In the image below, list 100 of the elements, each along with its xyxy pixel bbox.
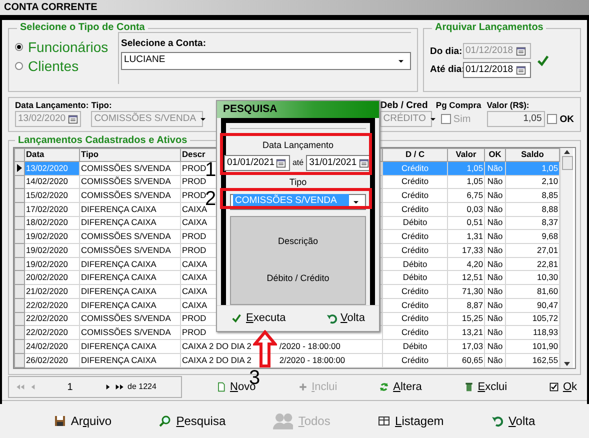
people-icon [273, 411, 294, 431]
first-icon[interactable] [15, 382, 25, 392]
undo-icon [326, 313, 337, 324]
table-cell: 6,75 [448, 188, 484, 202]
table-cell: Não [484, 216, 506, 230]
calendar-icon [358, 158, 369, 168]
table-cell: 1,05 [448, 175, 484, 189]
table-cell: Não [484, 244, 506, 258]
radio-label[interactable]: Funcionários [28, 39, 108, 55]
calendar-icon [276, 158, 286, 168]
undo-icon [491, 415, 504, 427]
column-header[interactable]: Saldo [506, 148, 560, 162]
field-label: até [292, 157, 304, 169]
cell-text: CAIXA 2 DO DIA 2 [182, 354, 252, 365]
table-cell: Crédito [382, 244, 448, 258]
window-title: CONTA CORRENTE [4, 1, 98, 14]
scroll-thumb[interactable] [562, 156, 572, 170]
table-cell: 1,31 [448, 230, 484, 244]
field-label: Pg Compra [436, 100, 482, 111]
table-cell: 22/02/2020 [24, 298, 80, 312]
table-cell: Débito [382, 339, 448, 354]
table-cell: Crédito [382, 326, 448, 340]
page-number: 1 [66, 380, 74, 394]
dialog-title: PESQUISA [223, 103, 278, 115]
table-cell: 21/02/2020 [24, 284, 80, 298]
table-cell: COMISSÕES S/VENDA [80, 312, 180, 326]
table-cell: 19/02/2020 [24, 244, 80, 258]
table-cell: 12,51 [448, 270, 484, 285]
table-cell: DIFERENÇA CAIXA [80, 202, 180, 216]
table-cell: 8,87 [448, 298, 484, 312]
table-cell: Débito [382, 216, 448, 230]
radio-label[interactable]: Clientes [28, 58, 79, 74]
toolbar-button[interactable]: Arquivo [50, 412, 116, 430]
account-dropdown[interactable]: LUCIANE [121, 52, 411, 70]
table-cell: 15,25 [448, 312, 484, 326]
action-button[interactable]: Exclui [460, 378, 512, 396]
search-icon [159, 415, 172, 427]
table-cell: Crédito [382, 188, 448, 202]
column-header[interactable]: OK [484, 148, 506, 162]
radio-button[interactable] [15, 43, 23, 51]
checkbox-label: OK [560, 114, 574, 124]
table-icon [378, 415, 390, 427]
table-cell: COMISSÕES S/VENDA [80, 161, 180, 175]
field-label: Do dia: [430, 46, 460, 57]
table-cell: Crédito [382, 284, 448, 298]
table-cell: 8,85 [506, 188, 560, 202]
table-cell: Crédito [382, 175, 448, 189]
table-cell: DIFERENÇA CAIXA [80, 353, 180, 367]
date-field[interactable]: 01/12/2018 [462, 62, 530, 78]
arrow-annotation [253, 330, 278, 368]
table-cell: 17/02/2020 [24, 202, 80, 216]
last-icon[interactable] [115, 382, 125, 392]
table-cell: 13/02/2020 [24, 161, 80, 175]
table-cell: 0,51 [448, 216, 484, 230]
action-button[interactable]: Ok [544, 378, 581, 396]
date-field[interactable]: 01/01/2021 [224, 155, 290, 171]
column-header[interactable]: Valor [448, 148, 484, 162]
column-header[interactable]: Tipo [80, 148, 180, 162]
checkbox-icon [548, 382, 559, 392]
table-cell: Não [484, 353, 506, 367]
table-cell: 26/02/2020 [24, 353, 80, 367]
table-cell: 1,05 [448, 161, 484, 175]
value-field[interactable]: 1,05 [486, 111, 545, 127]
table-cell: Não [484, 257, 506, 271]
table-cell: DIFERENÇA CAIXA [80, 257, 180, 271]
column-header[interactable]: Data [24, 148, 80, 162]
table-cell: 4,20 [448, 257, 484, 271]
table-cell: 27,01 [506, 244, 560, 258]
table-cell: Não [484, 326, 506, 340]
table-cell: DIFERENÇA CAIXA [80, 284, 180, 298]
cell-text: 2/2020 - 18:00:00 [279, 354, 346, 365]
scroll-down-icon[interactable] [563, 360, 571, 368]
table-cell: Não [484, 230, 506, 244]
table-cell: COMISSÕES S/VENDA [80, 326, 180, 340]
action-button[interactable]: Altera [375, 378, 426, 396]
checkbox-label: Sim [453, 112, 471, 126]
table-cell: 17,03 [448, 339, 484, 354]
field-label: Selecione a Conta: [121, 38, 207, 49]
toolbar-button[interactable]: Volta [487, 412, 540, 430]
table-cell: 60,65 [448, 353, 484, 367]
checkbox[interactable] [547, 114, 558, 124]
table-cell: DIFERENÇA CAIXA [80, 339, 180, 354]
checkbox[interactable] [440, 114, 451, 124]
table-cell: 81,60 [506, 284, 560, 298]
table-cell: Não [484, 284, 506, 298]
page-icon [216, 382, 226, 392]
field-label: Valor (R$): [486, 100, 530, 111]
table-cell: Crédito [382, 353, 448, 367]
table-cell: DIFERENÇA CAIXA [80, 216, 180, 230]
toolbar-button[interactable]: Pesquisa [155, 412, 230, 430]
column-header[interactable]: D / C [382, 148, 448, 162]
table-cell: Não [484, 175, 506, 189]
refresh-icon [379, 382, 390, 392]
group-title: Lançamentos Cadastrados e Ativos [17, 134, 188, 146]
field-label: Data Lançamento [262, 139, 334, 152]
radio-button[interactable] [15, 62, 23, 70]
table-cell: Não [484, 202, 506, 216]
table-cell: Não [484, 312, 506, 326]
plus-icon [298, 382, 308, 392]
toolbar-button[interactable]: Listagem [374, 412, 448, 430]
